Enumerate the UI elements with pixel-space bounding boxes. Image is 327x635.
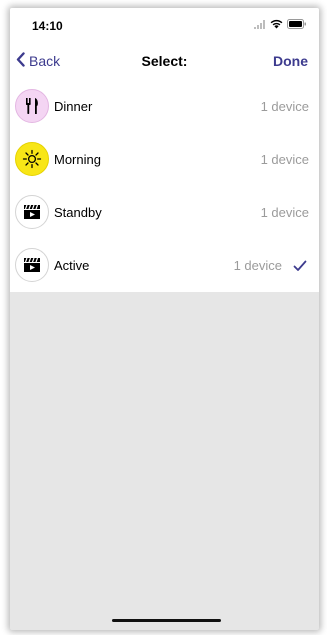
list-item-morning[interactable]: Morning 1 device <box>10 133 319 186</box>
scene-list: Dinner 1 device Morning 1 device Standby… <box>10 80 319 292</box>
status-icons <box>254 19 307 31</box>
signal-icon <box>254 16 266 34</box>
back-button[interactable]: Back <box>16 52 60 70</box>
status-bar: 14:10 <box>10 8 319 44</box>
chevron-left-icon <box>16 52 25 70</box>
item-device-count: 1 device <box>260 99 309 114</box>
item-device-count: 1 device <box>260 205 309 220</box>
home-indicator[interactable] <box>112 619 221 622</box>
sun-icon <box>15 142 49 176</box>
clapperboard-icon <box>15 248 49 282</box>
back-label: Back <box>29 53 61 69</box>
item-device-count: 1 device <box>260 152 309 167</box>
fork-knife-icon <box>15 89 49 123</box>
list-item-active[interactable]: Active 1 device <box>10 239 319 292</box>
list-item-standby[interactable]: Standby 1 device <box>10 186 319 239</box>
list-item-dinner[interactable]: Dinner 1 device <box>10 80 319 133</box>
battery-icon <box>287 16 307 34</box>
navigation-bar: Back Select: Done <box>10 44 319 81</box>
phone-screen: 14:10 Back Select: Done Dinner 1 device … <box>10 8 319 630</box>
item-name: Dinner <box>54 99 93 114</box>
item-name: Standby <box>54 205 102 220</box>
status-time: 14:10 <box>32 19 63 33</box>
item-name: Morning <box>54 152 101 167</box>
item-name: Active <box>54 258 90 273</box>
done-button[interactable]: Done <box>273 53 308 69</box>
wifi-icon <box>270 16 283 34</box>
clapperboard-icon <box>15 195 49 229</box>
item-device-count: 1 device <box>233 258 282 273</box>
checkmark-icon <box>293 259 307 271</box>
